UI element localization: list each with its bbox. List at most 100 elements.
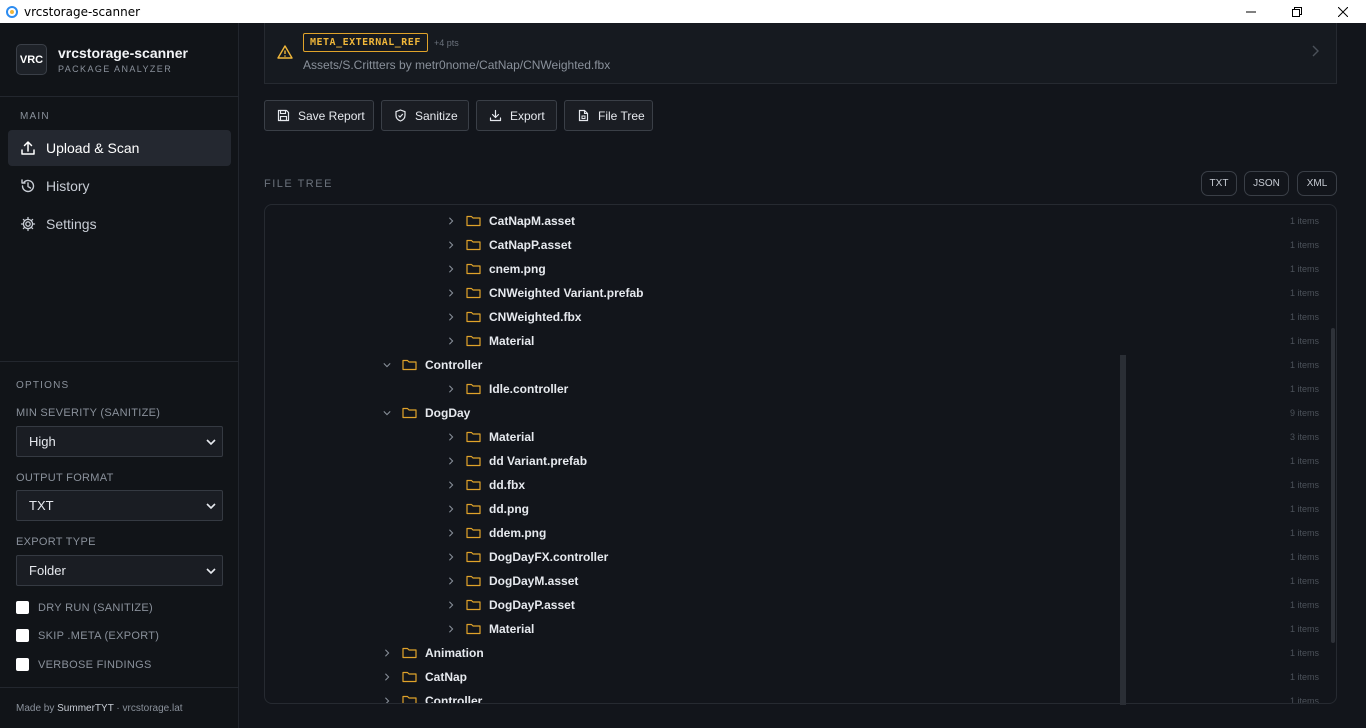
dry-run-label: DRY RUN (SANITIZE) bbox=[38, 601, 154, 614]
page-scrollbar[interactable] bbox=[1120, 355, 1126, 705]
file-tree-button[interactable]: File Tree bbox=[564, 100, 653, 131]
folder-icon bbox=[402, 671, 417, 683]
chevron-right-icon[interactable] bbox=[447, 456, 455, 466]
chevron-right-icon[interactable] bbox=[447, 216, 455, 226]
tree-row-name: CatNap bbox=[425, 670, 468, 684]
format-xml-button[interactable]: XML bbox=[1297, 171, 1337, 196]
close-button[interactable] bbox=[1320, 0, 1366, 23]
chevron-right-icon[interactable] bbox=[383, 672, 391, 682]
file-tree-panel[interactable]: CatNapM.asset 1 items CatNapP.asset 1 items… bbox=[264, 204, 1337, 704]
folder-icon bbox=[466, 431, 481, 443]
format-json-button[interactable]: JSON bbox=[1244, 171, 1289, 196]
chevron-down-icon[interactable] bbox=[383, 408, 391, 418]
tree-row-count: 1 items bbox=[1289, 504, 1319, 514]
chevron-down-icon bbox=[206, 439, 216, 446]
nav-item-settings[interactable]: Settings bbox=[8, 206, 231, 242]
sanitize-label: Sanitize bbox=[415, 108, 458, 123]
skip-meta-checkbox-row[interactable]: SKIP .META (EXPORT) bbox=[16, 629, 159, 642]
chevron-right-icon[interactable] bbox=[447, 312, 455, 322]
nav-section-label: MAIN bbox=[20, 111, 50, 122]
chevron-right-icon[interactable] bbox=[447, 240, 455, 250]
tree-row-count: 1 items bbox=[1289, 288, 1319, 298]
window-title: vrcstorage-scanner bbox=[24, 4, 141, 19]
main-content: META_EXTERNAL_REF +4 pts Assets/S.Crittt… bbox=[240, 23, 1366, 728]
chevron-right-icon[interactable] bbox=[447, 336, 455, 346]
tree-row[interactable]: DogDayFX.controller 1 items bbox=[265, 545, 1335, 569]
minimize-button[interactable] bbox=[1228, 0, 1274, 23]
tree-row[interactable]: CNWeighted.fbx 1 items bbox=[265, 305, 1335, 329]
chevron-right-icon[interactable] bbox=[447, 528, 455, 538]
maximize-button[interactable] bbox=[1274, 0, 1320, 23]
tree-row[interactable]: CatNap 1 items bbox=[265, 665, 1335, 689]
verbose-findings-checkbox[interactable] bbox=[16, 658, 29, 671]
export-type-select[interactable]: Folder bbox=[16, 555, 223, 586]
tree-row[interactable]: CNWeighted Variant.prefab 1 items bbox=[265, 281, 1335, 305]
tree-row[interactable]: DogDayP.asset 1 items bbox=[265, 593, 1335, 617]
tree-row-name: Animation bbox=[425, 646, 484, 660]
finding-path: Assets/S.Crittters by metr0nome/CatNap/C… bbox=[303, 58, 611, 72]
brand-subtitle: PACKAGE ANALYZER bbox=[58, 64, 173, 74]
format-txt-button[interactable]: TXT bbox=[1201, 171, 1237, 196]
tree-row[interactable]: CatNapM.asset 1 items bbox=[265, 209, 1335, 233]
tree-row[interactable]: dd.png 1 items bbox=[265, 497, 1335, 521]
min-severity-select[interactable]: High bbox=[16, 426, 223, 457]
file-tree-scrollbar[interactable] bbox=[1331, 328, 1335, 643]
dry-run-checkbox-row[interactable]: DRY RUN (SANITIZE) bbox=[16, 601, 153, 614]
tree-row[interactable]: Animation 1 items bbox=[265, 641, 1335, 665]
chevron-right-icon[interactable] bbox=[447, 600, 455, 610]
min-severity-value: High bbox=[29, 434, 56, 449]
tree-row-count: 3 items bbox=[1289, 432, 1319, 442]
tree-row-count: 1 items bbox=[1289, 264, 1319, 274]
tree-row-name: dd Variant.prefab bbox=[489, 454, 588, 468]
export-button[interactable]: Export bbox=[476, 100, 557, 131]
tree-row-count: 1 items bbox=[1289, 384, 1319, 394]
tree-row[interactable]: dd Variant.prefab 1 items bbox=[265, 449, 1335, 473]
finding-code-badge: META_EXTERNAL_REF bbox=[303, 33, 428, 52]
chevron-right-icon[interactable] bbox=[447, 264, 455, 274]
verbose-findings-label: VERBOSE FINDINGS bbox=[38, 658, 152, 671]
tree-row[interactable]: Controller 1 items bbox=[265, 353, 1335, 377]
skip-meta-label: SKIP .META (EXPORT) bbox=[38, 629, 160, 642]
output-format-select[interactable]: TXT bbox=[16, 490, 223, 521]
chevron-down-icon bbox=[206, 503, 216, 510]
finding-card[interactable]: META_EXTERNAL_REF +4 pts Assets/S.Crittt… bbox=[264, 23, 1337, 84]
tree-row[interactable]: DogDayM.asset 1 items bbox=[265, 569, 1335, 593]
tree-row[interactable]: Idle.controller 1 items bbox=[265, 377, 1335, 401]
tree-row[interactable]: Material 3 items bbox=[265, 425, 1335, 449]
chevron-right-icon[interactable] bbox=[447, 480, 455, 490]
tree-row[interactable]: dd.fbx 1 items bbox=[265, 473, 1335, 497]
chevron-right-icon[interactable] bbox=[383, 648, 391, 658]
tree-row[interactable]: cnem.png 1 items bbox=[265, 257, 1335, 281]
tree-row-count: 1 items bbox=[1289, 528, 1319, 538]
tree-row-name: ddem.png bbox=[489, 526, 547, 540]
window-controls bbox=[1228, 0, 1366, 23]
chevron-right-icon[interactable] bbox=[383, 696, 391, 704]
chevron-right-icon[interactable] bbox=[1310, 45, 1320, 57]
skip-meta-checkbox[interactable] bbox=[16, 629, 29, 642]
nav-item-upload-scan[interactable]: Upload & Scan bbox=[8, 130, 231, 166]
tree-row[interactable]: CatNapP.asset 1 items bbox=[265, 233, 1335, 257]
chevron-right-icon[interactable] bbox=[447, 576, 455, 586]
tree-row[interactable]: Material 1 items bbox=[265, 329, 1335, 353]
verbose-findings-checkbox-row[interactable]: VERBOSE FINDINGS bbox=[16, 658, 152, 671]
tree-row[interactable]: ddem.png 1 items bbox=[265, 521, 1335, 545]
chevron-right-icon[interactable] bbox=[447, 384, 455, 394]
tree-row-count: 9 items bbox=[1289, 408, 1319, 418]
chevron-right-icon[interactable] bbox=[447, 432, 455, 442]
chevron-right-icon[interactable] bbox=[447, 552, 455, 562]
folder-icon bbox=[402, 359, 417, 371]
tree-row[interactable]: Material 1 items bbox=[265, 617, 1335, 641]
tree-row-name: DogDayFX.controller bbox=[489, 550, 609, 564]
chevron-right-icon[interactable] bbox=[447, 624, 455, 634]
save-report-button[interactable]: Save Report bbox=[264, 100, 374, 131]
tree-row[interactable]: DogDay 9 items bbox=[265, 401, 1335, 425]
chevron-right-icon[interactable] bbox=[447, 504, 455, 514]
tree-row-count: 1 items bbox=[1289, 336, 1319, 346]
sanitize-button[interactable]: Sanitize bbox=[381, 100, 469, 131]
dry-run-checkbox[interactable] bbox=[16, 601, 29, 614]
chevron-down-icon[interactable] bbox=[383, 360, 391, 370]
chevron-right-icon[interactable] bbox=[447, 288, 455, 298]
nav-item-history[interactable]: History bbox=[8, 168, 231, 204]
tree-row-count: 1 items bbox=[1289, 624, 1319, 634]
tree-row[interactable]: Controller 1 items bbox=[265, 689, 1335, 704]
